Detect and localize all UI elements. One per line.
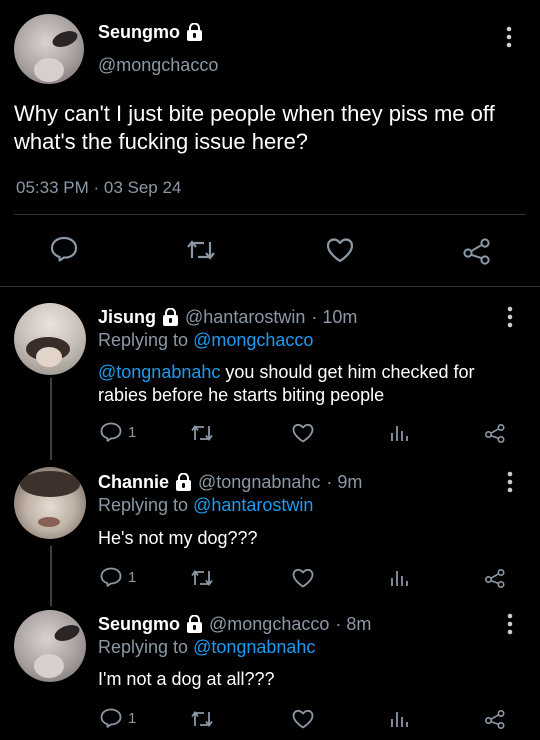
reply-button[interactable]: 1 <box>100 567 136 587</box>
thread-line <box>50 546 52 606</box>
like-icon <box>292 423 314 443</box>
analytics-icon <box>390 569 408 587</box>
timestamp[interactable]: 05:33 PM · 03 Sep 24 <box>16 178 181 198</box>
thread-line <box>50 378 52 460</box>
analytics-icon <box>390 710 408 728</box>
lock-icon <box>186 23 203 42</box>
replying-to-link[interactable]: @hantarostwin <box>193 495 313 515</box>
display-name[interactable]: Seungmo <box>98 22 180 43</box>
analytics-icon <box>390 424 408 442</box>
like-button[interactable] <box>292 568 314 588</box>
more-icon[interactable] <box>505 26 513 52</box>
tweet-text: @tongnabnahc you should get him checked … <box>98 362 475 405</box>
replying-to: Replying to @tongnabnahc <box>98 637 316 657</box>
share-button[interactable] <box>484 709 506 729</box>
analytics-button[interactable] <box>390 710 408 728</box>
share-button[interactable] <box>462 237 492 265</box>
retweet-button[interactable] <box>190 709 214 729</box>
lock-icon <box>186 615 203 634</box>
replying-to: Replying to @hantarostwin <box>98 495 314 515</box>
reply-count: 1 <box>128 709 137 727</box>
like-icon <box>292 709 314 729</box>
more-icon[interactable] <box>506 306 514 332</box>
share-button[interactable] <box>484 568 506 588</box>
reply-icon <box>100 422 122 442</box>
replying-to: Replying to @mongchacco <box>98 330 314 350</box>
share-icon <box>484 709 506 729</box>
share-button[interactable] <box>484 423 506 443</box>
retweet-button[interactable] <box>190 568 214 588</box>
analytics-button[interactable] <box>390 424 408 442</box>
reply-button[interactable] <box>50 236 78 262</box>
share-icon <box>484 568 506 588</box>
avatar[interactable] <box>14 610 86 682</box>
retweet-button[interactable] <box>186 238 216 262</box>
reply-button[interactable]: 1 <box>100 422 136 442</box>
reply-icon <box>100 567 122 587</box>
like-button[interactable] <box>326 237 354 263</box>
divider <box>14 214 526 215</box>
more-icon[interactable] <box>506 613 514 639</box>
share-icon <box>484 423 506 443</box>
share-icon <box>462 237 492 265</box>
avatar[interactable] <box>14 14 84 84</box>
divider <box>0 286 540 287</box>
reply-button[interactable]: 1 <box>100 708 136 728</box>
time-ago: · 10m <box>311 307 358 327</box>
avatar[interactable] <box>14 467 86 539</box>
replying-to-link[interactable]: @mongchacco <box>193 330 313 350</box>
handle[interactable]: @mongchacco <box>209 614 329 635</box>
like-icon <box>326 237 354 263</box>
retweet-icon <box>190 423 214 443</box>
display-name[interactable]: Seungmo <box>98 614 180 635</box>
avatar[interactable] <box>14 303 86 375</box>
analytics-button[interactable] <box>390 569 408 587</box>
retweet-button[interactable] <box>190 423 214 443</box>
retweet-icon <box>190 709 214 729</box>
reply-icon <box>50 236 78 262</box>
replying-to-link[interactable]: @tongnabnahc <box>193 637 315 657</box>
time-ago: · 8m <box>335 614 372 634</box>
display-name[interactable]: Channie <box>98 472 169 493</box>
tweet-text: He's not my dog??? <box>98 528 258 548</box>
handle[interactable]: @hantarostwin <box>185 307 305 328</box>
like-button[interactable] <box>292 423 314 443</box>
time-ago: · 9m <box>326 472 363 492</box>
display-name[interactable]: Jisung <box>98 307 156 328</box>
like-icon <box>292 568 314 588</box>
handle[interactable]: @mongchacco <box>98 55 218 76</box>
retweet-icon <box>186 238 216 262</box>
tweet-text: Why can't I just bite people when they p… <box>14 101 495 154</box>
mention-link[interactable]: @tongnabnahc <box>98 362 220 382</box>
reply-count: 1 <box>128 423 137 441</box>
lock-icon <box>175 473 192 492</box>
retweet-icon <box>190 568 214 588</box>
reply-count: 1 <box>128 568 137 586</box>
handle[interactable]: @tongnabnahc <box>198 472 320 493</box>
lock-icon <box>162 308 179 327</box>
more-icon[interactable] <box>506 471 514 497</box>
tweet-text: I'm not a dog at all??? <box>98 669 275 689</box>
like-button[interactable] <box>292 709 314 729</box>
reply-icon <box>100 708 122 728</box>
